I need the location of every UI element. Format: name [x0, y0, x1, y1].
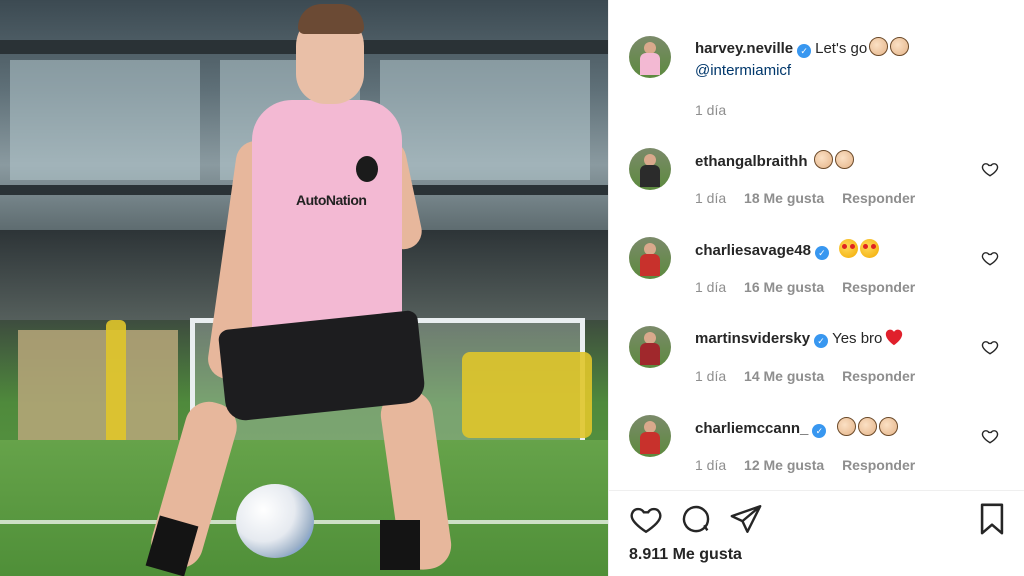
caption-username[interactable]: harvey.neville	[695, 40, 793, 57]
avatar[interactable]	[629, 326, 671, 368]
sideline-bench	[18, 330, 178, 440]
jersey-sponsor: AutoNation	[296, 192, 367, 208]
caption-time[interactable]: 1 día	[695, 102, 726, 118]
post-likes-count[interactable]: 8.911 Me gusta	[629, 546, 742, 564]
clapping-hands-icon	[813, 150, 833, 169]
caption-meta: 1 día	[695, 102, 740, 118]
caption-body: Let's go	[815, 40, 868, 57]
post-action-bar	[629, 502, 1009, 538]
comment-username[interactable]: charliesavage48	[695, 242, 811, 259]
reply-button[interactable]: Responder	[842, 279, 915, 295]
comment-likes[interactable]: 18 Me gusta	[744, 190, 824, 206]
heart-eyes-icon	[839, 239, 859, 258]
yellow-training-dummies	[462, 352, 592, 438]
building-window	[380, 60, 590, 180]
comment-meta: 1 día 12 Me gusta Responder	[695, 457, 929, 473]
avatar[interactable]	[629, 36, 671, 78]
red-heart-icon	[886, 329, 903, 346]
comment-bubble-icon[interactable]	[679, 502, 713, 536]
mention-link[interactable]: @intermiamicf	[695, 62, 791, 79]
comment-text: charliemccann_ ✓	[695, 417, 985, 440]
post-photo[interactable]: AutoNation	[0, 0, 608, 576]
player-pink-jersey	[252, 100, 402, 340]
comment-text: charliesavage48 ✓	[695, 239, 985, 262]
like-comment-heart-icon[interactable]	[981, 249, 999, 267]
player-right-sock	[380, 520, 420, 570]
verified-badge-icon: ✓	[797, 44, 812, 58]
comment-meta: 1 día 14 Me gusta Responder	[695, 368, 929, 384]
comment-username[interactable]: ethangalbraithh	[695, 153, 808, 170]
verified-badge-icon: ✓	[812, 424, 827, 438]
comment-meta: 1 día 16 Me gusta Responder	[695, 279, 929, 295]
reply-button[interactable]: Responder	[842, 190, 915, 206]
comment-body: Yes bro	[832, 330, 883, 347]
comment-time[interactable]: 1 día	[695, 368, 726, 384]
clapping-hands-icon	[878, 417, 898, 436]
like-comment-heart-icon[interactable]	[981, 427, 999, 445]
caption-text: harvey.neville ✓ Let's go @intermiamicf	[695, 37, 985, 82]
comments-panel: harvey.neville ✓ Let's go @intermiamicf 1 …	[608, 0, 1024, 576]
comment-likes[interactable]: 16 Me gusta	[744, 279, 824, 295]
heart-eyes-icon	[860, 239, 880, 258]
building-window	[10, 60, 200, 180]
comment-likes[interactable]: 14 Me gusta	[744, 368, 824, 384]
save-bookmark-icon[interactable]	[975, 502, 1009, 536]
verified-badge-icon: ✓	[814, 334, 829, 348]
comment-time[interactable]: 1 día	[695, 190, 726, 206]
verified-badge-icon: ✓	[814, 246, 829, 260]
like-heart-icon[interactable]	[629, 502, 663, 536]
like-comment-heart-icon[interactable]	[981, 160, 999, 178]
section-divider	[609, 490, 1024, 491]
clapping-hands-icon	[890, 37, 910, 56]
comment-time[interactable]: 1 día	[695, 279, 726, 295]
comment-time[interactable]: 1 día	[695, 457, 726, 473]
clapping-hands-icon	[869, 37, 889, 56]
reply-button[interactable]: Responder	[842, 368, 915, 384]
comment-text: ethangalbraithh	[695, 150, 985, 173]
comment-username[interactable]: martinsvidersky	[695, 330, 810, 347]
football	[236, 484, 314, 558]
avatar[interactable]	[629, 148, 671, 190]
comment-text: martinsvidersky ✓ Yes bro	[695, 328, 985, 350]
clapping-hands-icon	[834, 150, 854, 169]
clapping-hands-icon	[857, 417, 877, 436]
comment-username[interactable]: charliemccann_	[695, 420, 808, 437]
comment-likes[interactable]: 12 Me gusta	[744, 457, 824, 473]
club-crest-icon	[356, 156, 378, 182]
player-hair	[298, 4, 364, 34]
avatar[interactable]	[629, 237, 671, 279]
reply-button[interactable]: Responder	[842, 457, 915, 473]
comment-meta: 1 día 18 Me gusta Responder	[695, 190, 929, 206]
share-send-icon[interactable]	[729, 502, 763, 536]
like-comment-heart-icon[interactable]	[981, 338, 999, 356]
clapping-hands-icon	[836, 417, 856, 436]
avatar[interactable]	[629, 415, 671, 457]
